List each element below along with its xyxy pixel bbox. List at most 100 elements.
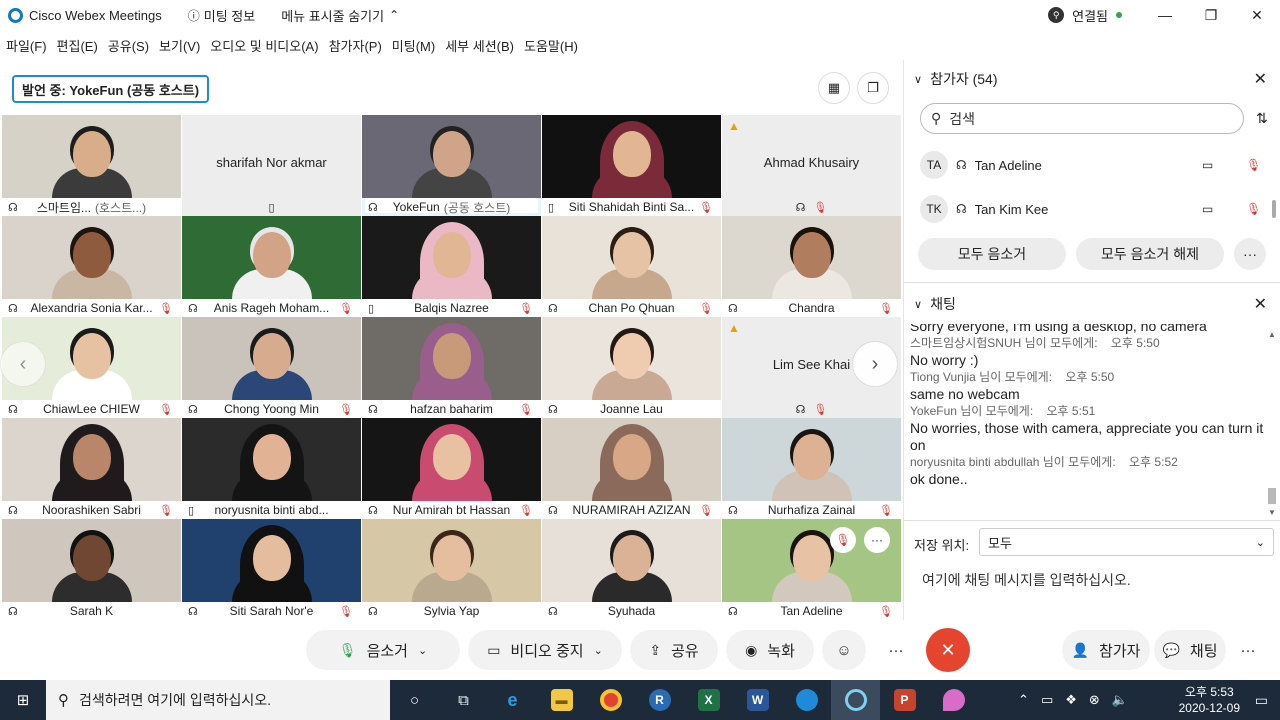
participants-scrollbar[interactable] [1272, 200, 1276, 218]
menu-share[interactable]: 공유(S) [108, 36, 149, 55]
tile-mute-button[interactable]: 🎙 [830, 527, 856, 553]
chat-button[interactable]: 💬 채팅 [1154, 630, 1226, 670]
share-button[interactable]: ⇪ 공유 [630, 630, 718, 670]
tile-more-button[interactable]: ··· [864, 527, 890, 553]
send-to-select[interactable]: 모두 ⌄ [979, 528, 1274, 556]
video-tile[interactable]: ▯ Balqis Nazree 🎙 [362, 216, 541, 317]
video-tile[interactable]: ☊ Siti Sarah Nor'e 🎙 [182, 519, 361, 620]
popout-button[interactable]: ❐ [857, 72, 889, 104]
scrollbar-thumb[interactable] [1268, 488, 1276, 504]
participants-more-button[interactable]: ··· [1234, 238, 1266, 270]
video-tile[interactable]: ☊ Sylvia Yap [362, 519, 541, 620]
video-tile[interactable]: ☊ NURAMIRAH AZIZAN 🎙 [542, 418, 721, 519]
microphone-muted-icon[interactable]: 🎙 [1246, 158, 1261, 172]
next-page-button[interactable]: › [852, 341, 898, 387]
menu-audio-video[interactable]: 오디오 및 비디오(A) [210, 36, 318, 55]
video-tile[interactable]: ▯ Siti Shahidah Binti Sa... 🎙 [542, 115, 721, 216]
hide-menu-button[interactable]: 메뉴 표시줄 숨기기 ⌃ [281, 6, 403, 25]
video-tile[interactable]: ☊ YokeFun (공동 호스트) [362, 115, 541, 216]
chat-scrollbar[interactable]: ▲ ▼ [1268, 330, 1276, 517]
mute-all-button[interactable]: 모두 음소거 [918, 238, 1066, 270]
video-tile[interactable]: ☊ Chandra 🎙 [722, 216, 901, 317]
participant-row[interactable]: TK ☊ Tan Kim Kee ▭ 🎙 [920, 191, 1261, 227]
video-tile[interactable]: ☊ hafzan baharim 🎙 [362, 317, 541, 418]
video-tile[interactable]: ☊ Syuhada [542, 519, 721, 620]
taskbar-app-webex[interactable] [831, 680, 880, 720]
notification-icon[interactable]: ▭ [1255, 692, 1268, 709]
video-camera-icon[interactable]: ▭ [1202, 158, 1213, 172]
taskbar-app-powerpoint[interactable]: P [880, 680, 929, 720]
panel-more-button[interactable]: ··· [1230, 630, 1266, 670]
video-tile[interactable]: ☊ Alexandria Sonia Kar... 🎙 [2, 216, 181, 317]
maximize-button[interactable]: ❐ [1188, 0, 1234, 30]
scroll-up-icon[interactable]: ▲ [1268, 330, 1276, 339]
close-participants-button[interactable]: ✕ [1254, 69, 1267, 89]
video-tile[interactable]: ☊ Joanne Lau [542, 317, 721, 418]
video-tile[interactable]: ☊ Chan Po Qhuan 🎙 [542, 216, 721, 317]
video-tile[interactable]: Ahmad Khusairy ▲ ☊ 🎙 [722, 115, 901, 216]
windows-start-button[interactable]: ⊞ [0, 680, 46, 720]
taskbar-app-r[interactable]: R [635, 680, 684, 720]
previous-page-button[interactable]: ‹ [0, 341, 46, 387]
more-options-button[interactable]: ··· [874, 630, 918, 670]
stop-video-button[interactable]: ▭ 비디오 중지 ⌄ [468, 630, 622, 670]
taskbar-search-placeholder: 검색하려면 여기에 입력하십시오. [79, 692, 271, 708]
close-window-button[interactable]: ✕ [1234, 0, 1280, 30]
video-tile[interactable]: ☊ 스마트임... (호스트...) [2, 115, 181, 216]
taskbar-app-ie[interactable]: e [488, 680, 537, 720]
volume-icon[interactable]: 🔈 [1112, 692, 1128, 708]
task-view-button[interactable]: ⧉ [439, 680, 488, 720]
video-tile[interactable]: ☊ Noorashiken Sabri 🎙 [2, 418, 181, 519]
microphone-muted-icon[interactable]: 🎙 [1246, 202, 1261, 216]
menu-file[interactable]: 파일(F) [6, 36, 47, 55]
close-chat-button[interactable]: ✕ [1254, 294, 1267, 314]
reactions-button[interactable]: ☺ [822, 630, 866, 670]
menu-edit[interactable]: 편집(E) [57, 36, 98, 55]
video-tile[interactable]: sharifah Nor akmar ▯ [182, 115, 361, 216]
minimize-button[interactable]: — [1142, 0, 1188, 30]
grid-layout-button[interactable]: ▦ [818, 72, 850, 104]
chevron-down-icon[interactable]: ∨ [914, 73, 922, 86]
battery-icon[interactable]: ▭ [1041, 692, 1053, 708]
menu-help[interactable]: 도움말(H) [524, 36, 578, 55]
meeting-info-button[interactable]: ⓘ 미팅 정보 [188, 6, 255, 25]
taskbar-app-explorer[interactable]: ▬ [537, 680, 586, 720]
taskbar-app-word[interactable]: W [733, 680, 782, 720]
menu-view[interactable]: 보기(V) [159, 36, 200, 55]
taskbar-app-edge[interactable] [782, 680, 831, 720]
menu-breakout[interactable]: 세부 세션(B) [445, 36, 514, 55]
menu-meeting[interactable]: 미팅(M) [392, 36, 435, 55]
record-button[interactable]: ◉ 녹화 [726, 630, 814, 670]
video-tile[interactable]: ☊ Sarah K [2, 519, 181, 620]
chevron-down-icon[interactable]: ∨ [914, 298, 922, 311]
tray-close-icon[interactable]: ⊗ [1089, 692, 1100, 708]
chat-message: same no webcam [910, 386, 1020, 402]
taskbar-app-excel[interactable]: X [684, 680, 733, 720]
taskbar-search-box[interactable]: ⚲ 검색하려면 여기에 입력하십시오. [46, 680, 390, 720]
participant-row[interactable]: TA ☊ Tan Adeline ▭ 🎙 [920, 147, 1261, 183]
video-tile[interactable]: ☊ Chong Yoong Min 🎙 [182, 317, 361, 418]
cortana-button[interactable]: ○ [390, 680, 439, 720]
mute-button[interactable]: 🎙 음소거 ⌄ [306, 630, 460, 670]
video-camera-icon[interactable]: ▭ [1202, 202, 1213, 216]
sort-button[interactable]: ⇅ [1256, 110, 1268, 127]
scroll-down-icon[interactable]: ▼ [1268, 508, 1276, 517]
face-shape [72, 333, 111, 379]
participant-search-input[interactable]: ⚲ 검색 [920, 103, 1244, 134]
chat-message: No worry :) [910, 352, 979, 368]
chat-message-input[interactable]: 여기에 채팅 메시지를 입력하십시오. [922, 570, 1262, 592]
end-meeting-button[interactable]: ✕ [926, 628, 970, 672]
video-tile[interactable]: ▯ noryusnita binti abd... [182, 418, 361, 519]
dropbox-icon[interactable]: ❖ [1065, 692, 1077, 708]
menu-participants[interactable]: 참가자(P) [329, 36, 382, 55]
taskbar-app-paint[interactable] [929, 680, 978, 720]
video-tile[interactable]: ☊ Nur Amirah bt Hassan 🎙 [362, 418, 541, 519]
video-tile[interactable]: ☊ Anis Rageh Moham... 🎙 [182, 216, 361, 317]
face-shape [612, 232, 651, 278]
taskbar-app-chrome[interactable] [586, 680, 635, 720]
participants-button[interactable]: 👤 참가자 [1062, 630, 1150, 670]
unmute-all-button[interactable]: 모두 음소거 해제 [1076, 238, 1224, 270]
taskbar-clock[interactable]: 오후 5:53 2020-12-09 [1179, 680, 1240, 720]
tray-expand-icon[interactable]: ⌃ [1018, 692, 1029, 708]
video-tile[interactable]: ☊ Nurhafiza Zainal 🎙 [722, 418, 901, 519]
